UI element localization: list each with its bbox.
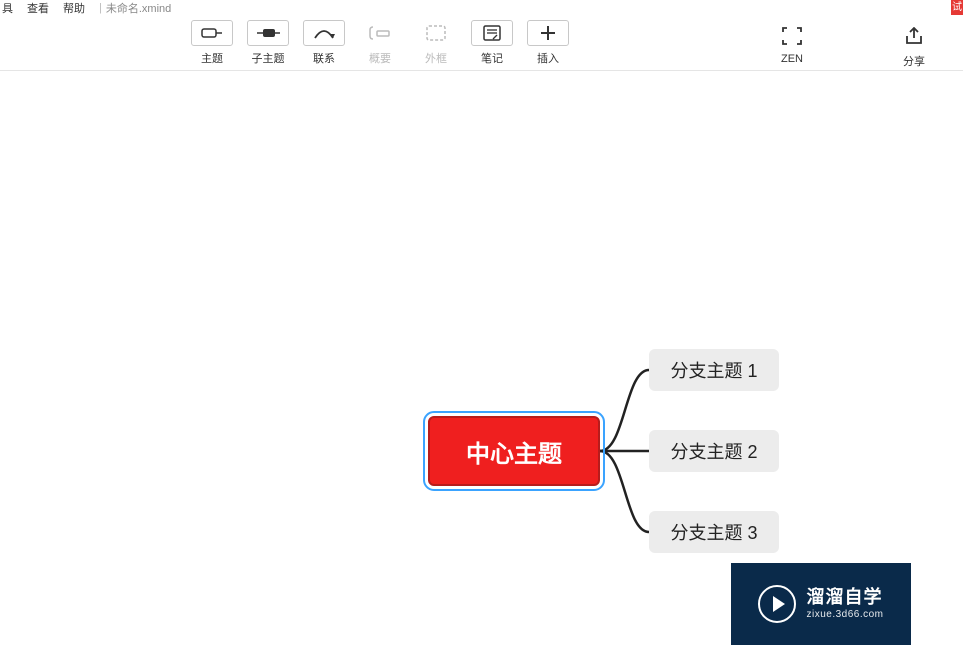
- toolbar: 主题 子主题 联系 概要 外框: [0, 15, 963, 71]
- insert-button[interactable]: 插入: [520, 20, 576, 66]
- toolbar-group-left: 主题 子主题 联系 概要 外框: [184, 20, 576, 66]
- boundary-label: 外框: [425, 50, 447, 66]
- subtopic-label: 子主题: [252, 50, 285, 66]
- branch-topic-node[interactable]: 分支主题 2: [649, 430, 779, 472]
- watermark: 溜溜自学 zixue.3d66.com: [731, 563, 911, 645]
- summary-label: 概要: [369, 50, 391, 66]
- insert-label: 插入: [537, 50, 559, 66]
- subtopic-button[interactable]: 子主题: [240, 20, 296, 66]
- play-icon: [758, 585, 796, 623]
- mindmap-canvas[interactable]: 中心主题 分支主题 1 分支主题 2 分支主题 3 溜溜自学 zixue.3d6…: [0, 71, 963, 663]
- menu-item-tools-fragment[interactable]: 具: [2, 0, 13, 16]
- relationship-icon: [303, 20, 345, 46]
- summary-icon: [359, 20, 401, 46]
- notes-label: 笔记: [481, 50, 503, 66]
- share-icon: [893, 23, 935, 49]
- notes-button[interactable]: 笔记: [464, 20, 520, 66]
- boundary-icon: [415, 20, 457, 46]
- topic-label: 主题: [201, 50, 223, 66]
- watermark-title: 溜溜自学: [806, 587, 883, 609]
- branch-topic-node[interactable]: 分支主题 3: [649, 511, 779, 553]
- topic-icon: [191, 20, 233, 46]
- share-button[interactable]: 分享: [893, 23, 935, 69]
- menu-divider: |: [99, 2, 102, 14]
- branch-topic-node[interactable]: 分支主题 1: [649, 349, 779, 391]
- subtopic-icon: [247, 20, 289, 46]
- topic-button[interactable]: 主题: [184, 20, 240, 66]
- insert-icon: [527, 20, 569, 46]
- share-label: 分享: [903, 53, 925, 69]
- menu-item-help[interactable]: 帮助: [63, 0, 85, 16]
- zen-label: ZEN: [781, 53, 803, 65]
- document-filename: 未命名.xmind: [106, 0, 171, 16]
- menu-item-view[interactable]: 查看: [27, 0, 49, 16]
- fullscreen-icon: [771, 23, 813, 49]
- central-topic-node[interactable]: 中心主题: [428, 416, 600, 486]
- watermark-url: zixue.3d66.com: [806, 609, 883, 621]
- relationship-button[interactable]: 联系: [296, 20, 352, 66]
- menubar: 具 查看 帮助 | 未命名.xmind 试: [0, 0, 963, 15]
- notes-icon: [471, 20, 513, 46]
- boundary-button: 外框: [408, 20, 464, 66]
- trial-tab[interactable]: 试: [951, 0, 963, 15]
- summary-button: 概要: [352, 20, 408, 66]
- zen-button[interactable]: ZEN: [771, 23, 813, 65]
- relationship-label: 联系: [313, 50, 335, 66]
